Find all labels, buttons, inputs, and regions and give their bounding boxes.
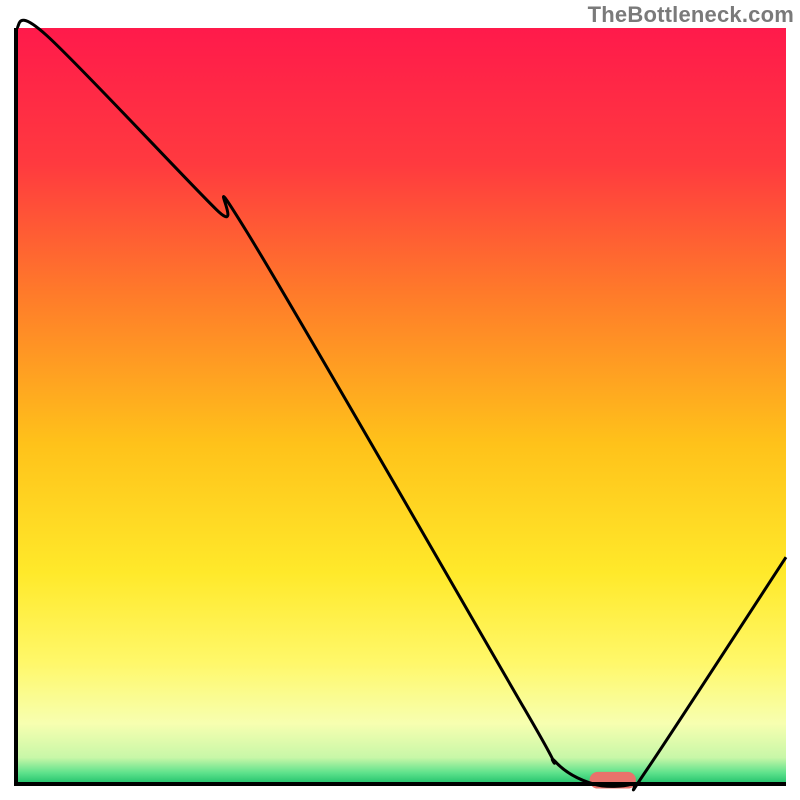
bottleneck-chart <box>0 0 800 800</box>
watermark-text: TheBottleneck.com <box>588 2 794 28</box>
plot-background <box>16 28 786 784</box>
